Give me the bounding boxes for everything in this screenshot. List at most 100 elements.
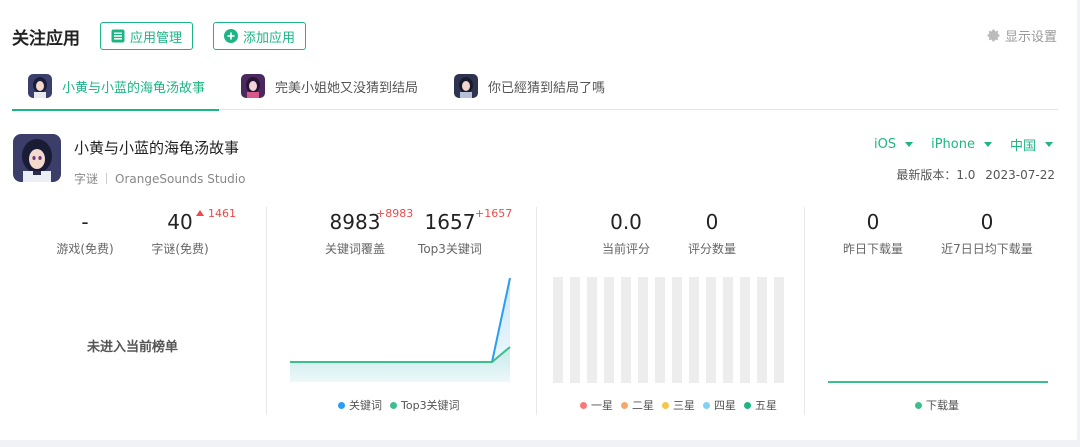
free-games-rank-label: 游戏(免费) xyxy=(56,242,114,256)
legend-label: Top3关键词 xyxy=(401,399,460,412)
legend-item-4-star: 四星 xyxy=(703,397,736,413)
header: 关注应用 应用管理 添加应用 xyxy=(12,22,326,50)
version-info: 最新版本：1.0 2023-07-22 xyxy=(896,166,1055,183)
tab-label: 完美小姐她又没猜到结局 xyxy=(275,80,419,96)
avg-7day-downloads-value: 0 xyxy=(980,210,994,234)
app-info: 小黄与小蓝的海龟汤故事 字谜 OrangeSounds Studio xyxy=(13,134,245,187)
release-date: 2023-07-22 xyxy=(985,168,1055,182)
app-manage-button[interactable]: 应用管理 xyxy=(100,22,194,50)
legend-dot xyxy=(703,401,710,409)
legend-label: 关键词 xyxy=(349,399,382,412)
version-label: 最新版本：1.0 xyxy=(896,168,976,182)
device-value: iPhone xyxy=(931,137,975,152)
legend-label: 二星 xyxy=(632,399,654,412)
rating-count-value: 0 xyxy=(705,210,719,234)
region-value: 中国 xyxy=(1009,139,1036,154)
device-select[interactable]: iPhone xyxy=(931,135,992,154)
avg-7day-downloads-label: 近7日日均下载量 xyxy=(941,242,1033,256)
current-rating: 0.0 当前评分 xyxy=(586,210,666,257)
rating-count: 0 评分数量 xyxy=(672,210,752,257)
top3-keywords-delta: +1657 xyxy=(475,207,513,220)
rating-legend: 一星 二星 三星 四星 五星 xyxy=(580,397,777,413)
panel-divider xyxy=(536,207,537,415)
keyword-line xyxy=(290,277,511,363)
yesterday-downloads: 0 昨日下载量 xyxy=(830,210,916,257)
app-manage-label: 应用管理 xyxy=(130,30,183,46)
legend-label: 一星 xyxy=(591,399,613,412)
tab-label: 你已經猜到結局了嗎 xyxy=(488,80,606,96)
tab-label: 小黄与小蓝的海龟汤故事 xyxy=(62,80,206,96)
yesterday-downloads-label: 昨日下载量 xyxy=(842,242,903,256)
platform-select[interactable]: iOS xyxy=(873,135,914,154)
add-app-label: 添加应用 xyxy=(243,30,296,46)
yesterday-downloads-value: 0 xyxy=(866,210,880,234)
top3-area xyxy=(290,347,510,382)
caret-down-icon xyxy=(983,142,992,147)
panel-divider xyxy=(266,207,267,415)
legend-dot xyxy=(744,401,751,409)
download-trend-chart xyxy=(828,381,1048,383)
legend-label: 四星 xyxy=(714,399,736,412)
legend-dot xyxy=(621,401,628,409)
not-ranked-text: 未进入当前榜单 xyxy=(86,340,178,355)
platform-value: iOS xyxy=(873,137,897,152)
plus-circle-icon xyxy=(224,29,239,43)
legend-dot xyxy=(580,401,587,409)
add-app-button[interactable]: 添加应用 xyxy=(213,22,307,50)
legend-item-keywords: 关键词 xyxy=(338,397,382,413)
panel-divider xyxy=(804,207,805,415)
keyword-coverage-delta: +8983 xyxy=(376,207,414,220)
display-settings-label: 显示设置 xyxy=(1004,30,1057,45)
app-avatar xyxy=(241,74,266,98)
legend-item-1-star: 一星 xyxy=(580,397,613,413)
top3-line xyxy=(290,346,511,363)
app-category: 字谜 xyxy=(74,172,99,186)
caret-down-icon xyxy=(905,142,914,147)
avg-7day-downloads: 0 近7日日均下载量 xyxy=(932,210,1042,257)
region-select[interactable]: 中国 xyxy=(1010,135,1053,154)
puzzle-rank-label: 字谜(免费) xyxy=(151,242,209,256)
app-avatar xyxy=(28,74,52,98)
legend-item-2-star: 二星 xyxy=(621,397,654,413)
free-games-rank: - 游戏(免费) xyxy=(45,210,125,257)
legend-dot xyxy=(915,401,922,409)
tab-app-1[interactable]: 小黄与小蓝的海龟汤故事 xyxy=(12,62,220,111)
display-settings-button[interactable]: 显示设置 xyxy=(986,26,1057,45)
legend-dot xyxy=(662,401,669,409)
current-rating-value: 0.0 xyxy=(610,210,642,234)
legend-item-3-star: 三星 xyxy=(662,397,695,413)
puzzle-rank-delta: 1461 xyxy=(208,207,236,220)
app-icon xyxy=(13,134,61,182)
app-avatar xyxy=(454,74,479,98)
meta-divider xyxy=(106,173,108,184)
keyword-coverage-label: 关键词覆盖 xyxy=(324,242,385,256)
keyword-trend-chart xyxy=(290,277,511,382)
keyword-legend: 关键词 Top3关键词 xyxy=(338,397,460,413)
tab-app-2[interactable]: 完美小姐她又没猜到结局 xyxy=(225,62,432,110)
app-developer: OrangeSounds Studio xyxy=(115,171,246,186)
legend-item-downloads: 下载量 xyxy=(915,397,959,413)
legend-label: 五星 xyxy=(755,399,777,412)
free-games-rank-value: - xyxy=(81,210,89,234)
legend-item-5-star: 五星 xyxy=(744,397,777,413)
list-icon xyxy=(111,29,125,43)
app-name: 小黄与小蓝的海龟汤故事 xyxy=(74,139,240,157)
gear-icon xyxy=(987,29,1000,42)
legend-label: 下载量 xyxy=(926,399,959,412)
legend-dot xyxy=(390,401,397,409)
rating-distribution-chart xyxy=(553,277,784,383)
app-meta: 字谜 OrangeSounds Studio xyxy=(74,170,245,187)
current-rating-label: 当前评分 xyxy=(601,242,650,256)
puzzle-rank-change: 1461 xyxy=(196,207,236,220)
tab-app-3[interactable]: 你已經猜到結局了嗎 xyxy=(438,62,619,110)
app-tabs: 小黄与小蓝的海龟汤故事 完美小姐她又没猜到结局 你已經猜到結局了嗎 xyxy=(12,62,1058,111)
caret-down-icon xyxy=(1045,142,1053,147)
legend-dot xyxy=(338,401,345,409)
followed-apps-card: 关注应用 应用管理 添加应用 显示设置 小黄与小蓝的海龟汤故事 完美小姐她又没猜… xyxy=(0,0,1077,440)
download-legend: 下载量 xyxy=(915,397,959,413)
rating-count-label: 评分数量 xyxy=(687,242,736,256)
top3-keywords-label: Top3关键词 xyxy=(418,242,482,256)
arrow-up-icon xyxy=(196,210,204,216)
filter-selectors: iOS iPhone 中国 xyxy=(856,135,1053,154)
section-title: 关注应用 xyxy=(12,28,80,49)
